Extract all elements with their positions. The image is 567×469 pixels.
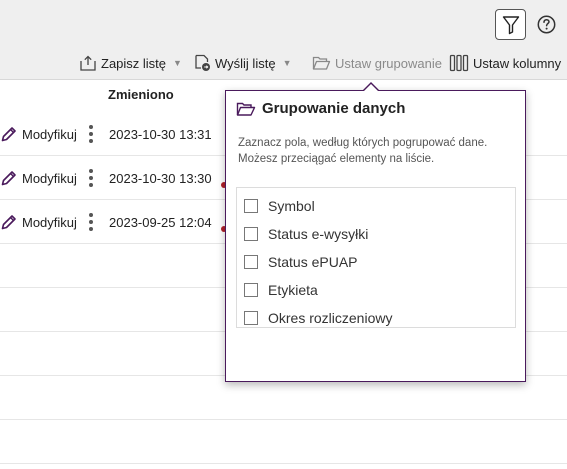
send-list-button[interactable]: Wyślij listę ▼ [194,52,291,74]
popup-pointer-inner [363,84,379,92]
modify-button[interactable]: Modyfikuj [0,200,77,244]
folder-open-icon [236,102,256,116]
send-list-dropdown-caret-icon: ▼ [282,58,292,68]
row-menu-button[interactable] [88,200,94,244]
modify-label: Modyfikuj [22,126,77,142]
checkbox[interactable] [244,311,258,325]
pencil-icon [1,171,16,186]
save-list-label: Zapisz listę [101,55,167,71]
grouping-field-epuap-status[interactable]: Status ePUAP [237,248,515,276]
changed-date: 2023-10-30 13:30 [109,170,212,186]
folder-open-icon [312,56,331,70]
kebab-menu-icon [89,125,93,143]
set-grouping-label: Ustaw grupowanie [335,55,442,71]
set-grouping-button[interactable]: Ustaw grupowanie [312,52,442,74]
help-button[interactable] [536,14,556,34]
grouping-field-billing-period[interactable]: Okres rozliczeniowy [237,304,515,332]
kebab-menu-icon [89,213,93,231]
changed-date: 2023-09-25 12:04 [109,214,212,230]
modify-label: Modyfikuj [22,214,77,230]
checkbox[interactable] [244,283,258,297]
send-list-icon [195,54,210,71]
checkbox[interactable] [244,199,258,213]
set-columns-label: Ustaw kolumny [473,55,562,71]
table-row-empty [0,376,567,420]
grouping-popup: Grupowanie danych Zaznacz pola, według k… [225,90,526,382]
top-toolbar-area: Zapisz listę ▼ Wyślij listę ▼ Ustaw grup… [0,0,567,80]
grouping-field-label: Symbol [268,198,315,214]
columns-icon [449,54,469,72]
grouping-popup-title: Grupowanie danych [236,100,405,117]
grouping-field-label: Status ePUAP [268,254,358,270]
kebab-menu-icon [89,169,93,187]
grouping-popup-description: Zaznacz pola, według których pogrupować … [238,137,488,165]
changed-date: 2023-10-30 13:31 [109,126,212,142]
grouping-popup-title-text: Grupowanie danych [262,100,406,117]
send-list-label: Wyślij listę [215,55,276,71]
help-icon [537,15,555,33]
set-columns-button[interactable]: Ustaw kolumny [449,52,561,74]
checkbox[interactable] [244,255,258,269]
row-menu-button[interactable] [88,156,94,200]
grouping-field-label: Etykieta [268,282,318,298]
checkbox[interactable] [244,227,258,241]
table-row-empty [0,420,567,464]
save-list-icon [80,55,96,71]
filter-icon [502,15,519,34]
filter-button[interactable] [495,9,526,40]
modify-button[interactable]: Modyfikuj [0,156,77,200]
row-menu-button[interactable] [88,112,94,156]
grouping-field-e-shipping-status[interactable]: Status e-wysyłki [237,220,515,248]
save-list-dropdown-caret-icon: ▼ [173,58,182,68]
pencil-icon [1,215,16,230]
grouping-field-label: Okres rozliczeniowy [268,310,393,326]
modify-label: Modyfikuj [22,170,77,186]
grouping-field-list: Symbol Status e-wysyłki Status ePUAP Ety… [236,187,516,328]
grouping-field-label-tag[interactable]: Etykieta [237,276,515,304]
column-header-changed[interactable]: Zmieniono [108,87,174,102]
list-toolbar: Zapisz listę ▼ Wyślij listę ▼ Ustaw grup… [0,52,567,74]
grouping-field-symbol[interactable]: Symbol [237,192,515,220]
pencil-icon [1,127,16,142]
modify-button[interactable]: Modyfikuj [0,112,77,156]
grouping-field-label: Status e-wysyłki [268,226,369,242]
save-list-button[interactable]: Zapisz listę ▼ [79,52,182,74]
